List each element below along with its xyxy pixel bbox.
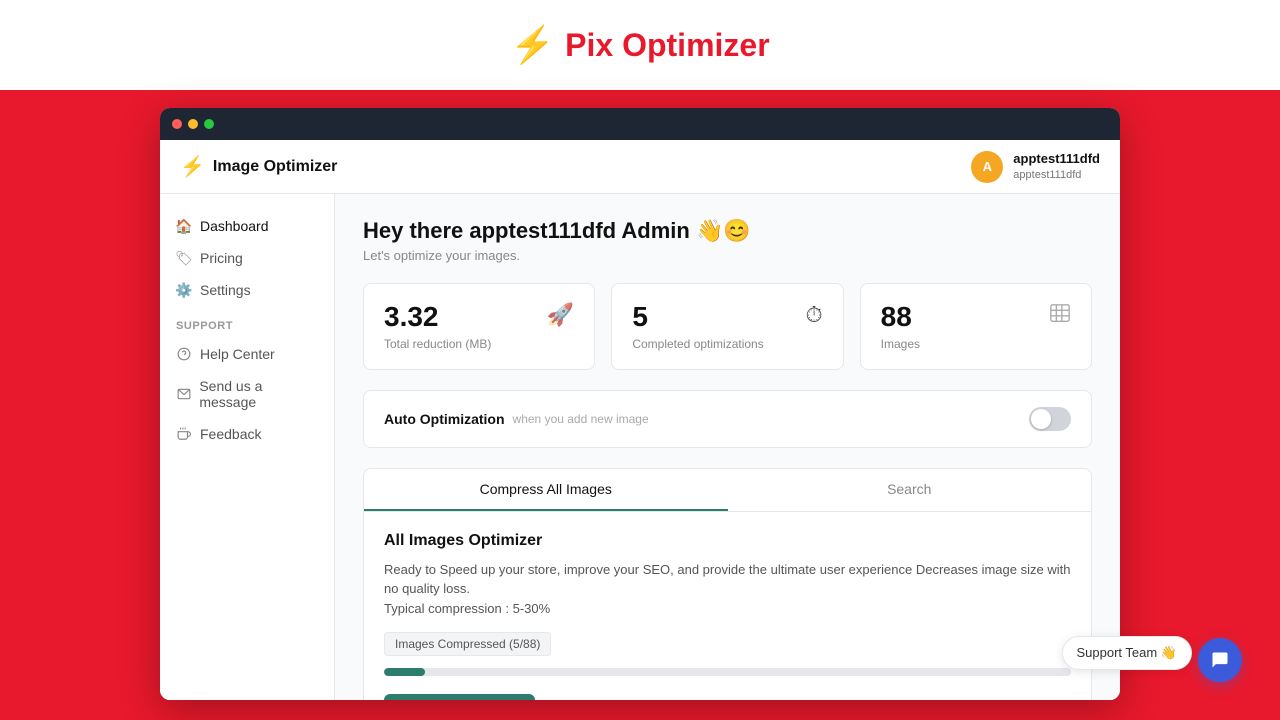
- app-logo-icon: ⚡: [180, 154, 205, 179]
- toggle-knob: [1031, 409, 1051, 429]
- app-header: ⚡ Image Optimizer A apptest111dfd apptes…: [160, 140, 1120, 194]
- compressed-badge: Images Compressed (5/88): [384, 632, 551, 656]
- browser-minimize-dot[interactable]: [188, 119, 198, 129]
- page-subtitle: Let's optimize your images.: [363, 248, 1092, 263]
- sidebar-item-settings[interactable]: ⚙️ Settings: [160, 274, 334, 306]
- app-logo-text: Pix Optimizer: [565, 27, 770, 64]
- app-logo: ⚡ Image Optimizer: [180, 154, 337, 179]
- user-area[interactable]: A apptest111dfd apptest111dfd: [971, 151, 1100, 183]
- progress-bar-container: [384, 668, 1071, 676]
- app-logo-label: Image Optimizer: [213, 158, 337, 176]
- sidebar-item-feedback[interactable]: Feedback: [160, 418, 334, 450]
- app-body: 🏠 Dashboard 🏷 Pricing ⚙️ Settings SUPPOR…: [160, 194, 1120, 700]
- auto-opt-title: Auto Optimization: [384, 411, 505, 427]
- avatar: A: [971, 151, 1003, 183]
- stat-label-completed: Completed optimizations: [632, 337, 763, 351]
- stat-label-images: Images: [881, 337, 920, 351]
- stat-icon-images: [1049, 302, 1071, 330]
- optimizer-title: All Images Optimizer: [384, 532, 1071, 550]
- chat-fab-button[interactable]: [1198, 638, 1242, 682]
- user-info: apptest111dfd apptest111dfd: [1013, 151, 1100, 182]
- tabs-container: Compress All Images Search All Images Op…: [363, 468, 1092, 700]
- auto-optimization-toggle[interactable]: [1029, 407, 1071, 431]
- progress-bar-fill: [384, 668, 425, 676]
- sidebar-item-pricing[interactable]: 🏷 Pricing: [160, 242, 334, 274]
- support-team-label: Support Team 👋: [1077, 645, 1178, 661]
- stat-content: 3.32 Total reduction (MB): [384, 302, 491, 351]
- logo-area: ⚡ Pix Optimizer: [510, 27, 769, 64]
- tab-search[interactable]: Search: [728, 469, 1092, 511]
- sidebar-item-dashboard[interactable]: 🏠 Dashboard: [160, 210, 334, 242]
- sidebar-item-label-dashboard: Dashboard: [200, 218, 269, 234]
- optimizer-desc: Ready to Speed up your store, improve yo…: [384, 560, 1071, 619]
- pricing-icon: 🏷: [176, 250, 192, 266]
- stat-value-reduction: 3.32: [384, 302, 491, 333]
- settings-icon: ⚙️: [176, 282, 192, 298]
- logo-lightning-icon: ⚡: [510, 27, 555, 63]
- sidebar-item-help-center[interactable]: Help Center: [160, 338, 334, 370]
- help-center-icon: [176, 346, 192, 362]
- auto-opt-text: Auto Optimization when you add new image: [384, 411, 649, 427]
- auto-opt-subtitle: when you add new image: [513, 412, 649, 426]
- support-section-label: SUPPORT: [160, 306, 334, 338]
- stat-value-images: 88: [881, 302, 920, 333]
- feedback-icon: [176, 426, 192, 442]
- sidebar-item-label-help: Help Center: [200, 346, 275, 362]
- stat-card-reduction: 3.32 Total reduction (MB) 🚀: [363, 283, 595, 370]
- sidebar-item-label-settings: Settings: [200, 282, 251, 298]
- stats-row: 3.32 Total reduction (MB) 🚀 5 Completed …: [363, 283, 1092, 370]
- user-email: apptest111dfd: [1013, 168, 1100, 182]
- browser-maximize-dot[interactable]: [204, 119, 214, 129]
- browser-window: ⚡ Image Optimizer A apptest111dfd apptes…: [160, 108, 1120, 700]
- tabs-content: All Images Optimizer Ready to Speed up y…: [364, 512, 1091, 700]
- stat-content: 5 Completed optimizations: [632, 302, 763, 351]
- send-message-icon: [176, 386, 191, 402]
- sidebar: 🏠 Dashboard 🏷 Pricing ⚙️ Settings SUPPOR…: [160, 194, 335, 700]
- stat-card-images: 88 Images: [860, 283, 1092, 370]
- auto-optimization-card: Auto Optimization when you add new image: [363, 390, 1092, 448]
- tab-compress-all[interactable]: Compress All Images: [364, 469, 728, 511]
- page-greeting: Hey there apptest111dfd Admin 👋😊: [363, 218, 1092, 244]
- sidebar-nav: 🏠 Dashboard 🏷 Pricing ⚙️ Settings: [160, 210, 334, 306]
- stat-content: 88 Images: [881, 302, 920, 351]
- support-nav: Help Center Send us a message Feedback: [160, 338, 334, 450]
- user-name: apptest111dfd: [1013, 151, 1100, 168]
- stat-value-completed: 5: [632, 302, 763, 333]
- support-team-button[interactable]: Support Team 👋: [1062, 636, 1193, 670]
- stat-icon-reduction: 🚀: [547, 302, 574, 328]
- browser-chrome: [160, 108, 1120, 140]
- stat-label-reduction: Total reduction (MB): [384, 337, 491, 351]
- sidebar-item-label-feedback: Feedback: [200, 426, 261, 442]
- tabs-header: Compress All Images Search: [364, 469, 1091, 512]
- stat-card-completed: 5 Completed optimizations ⏱: [611, 283, 843, 370]
- stat-icon-completed: ⏱: [805, 302, 822, 328]
- start-optimization-button[interactable]: Start Optimization: [384, 694, 535, 700]
- sidebar-item-send-message[interactable]: Send us a message: [160, 370, 334, 418]
- main-content: Hey there apptest111dfd Admin 👋😊 Let's o…: [335, 194, 1120, 700]
- dashboard-icon: 🏠: [176, 218, 192, 234]
- browser-close-dot[interactable]: [172, 119, 182, 129]
- sidebar-item-label-send: Send us a message: [199, 378, 318, 410]
- sidebar-item-label-pricing: Pricing: [200, 250, 243, 266]
